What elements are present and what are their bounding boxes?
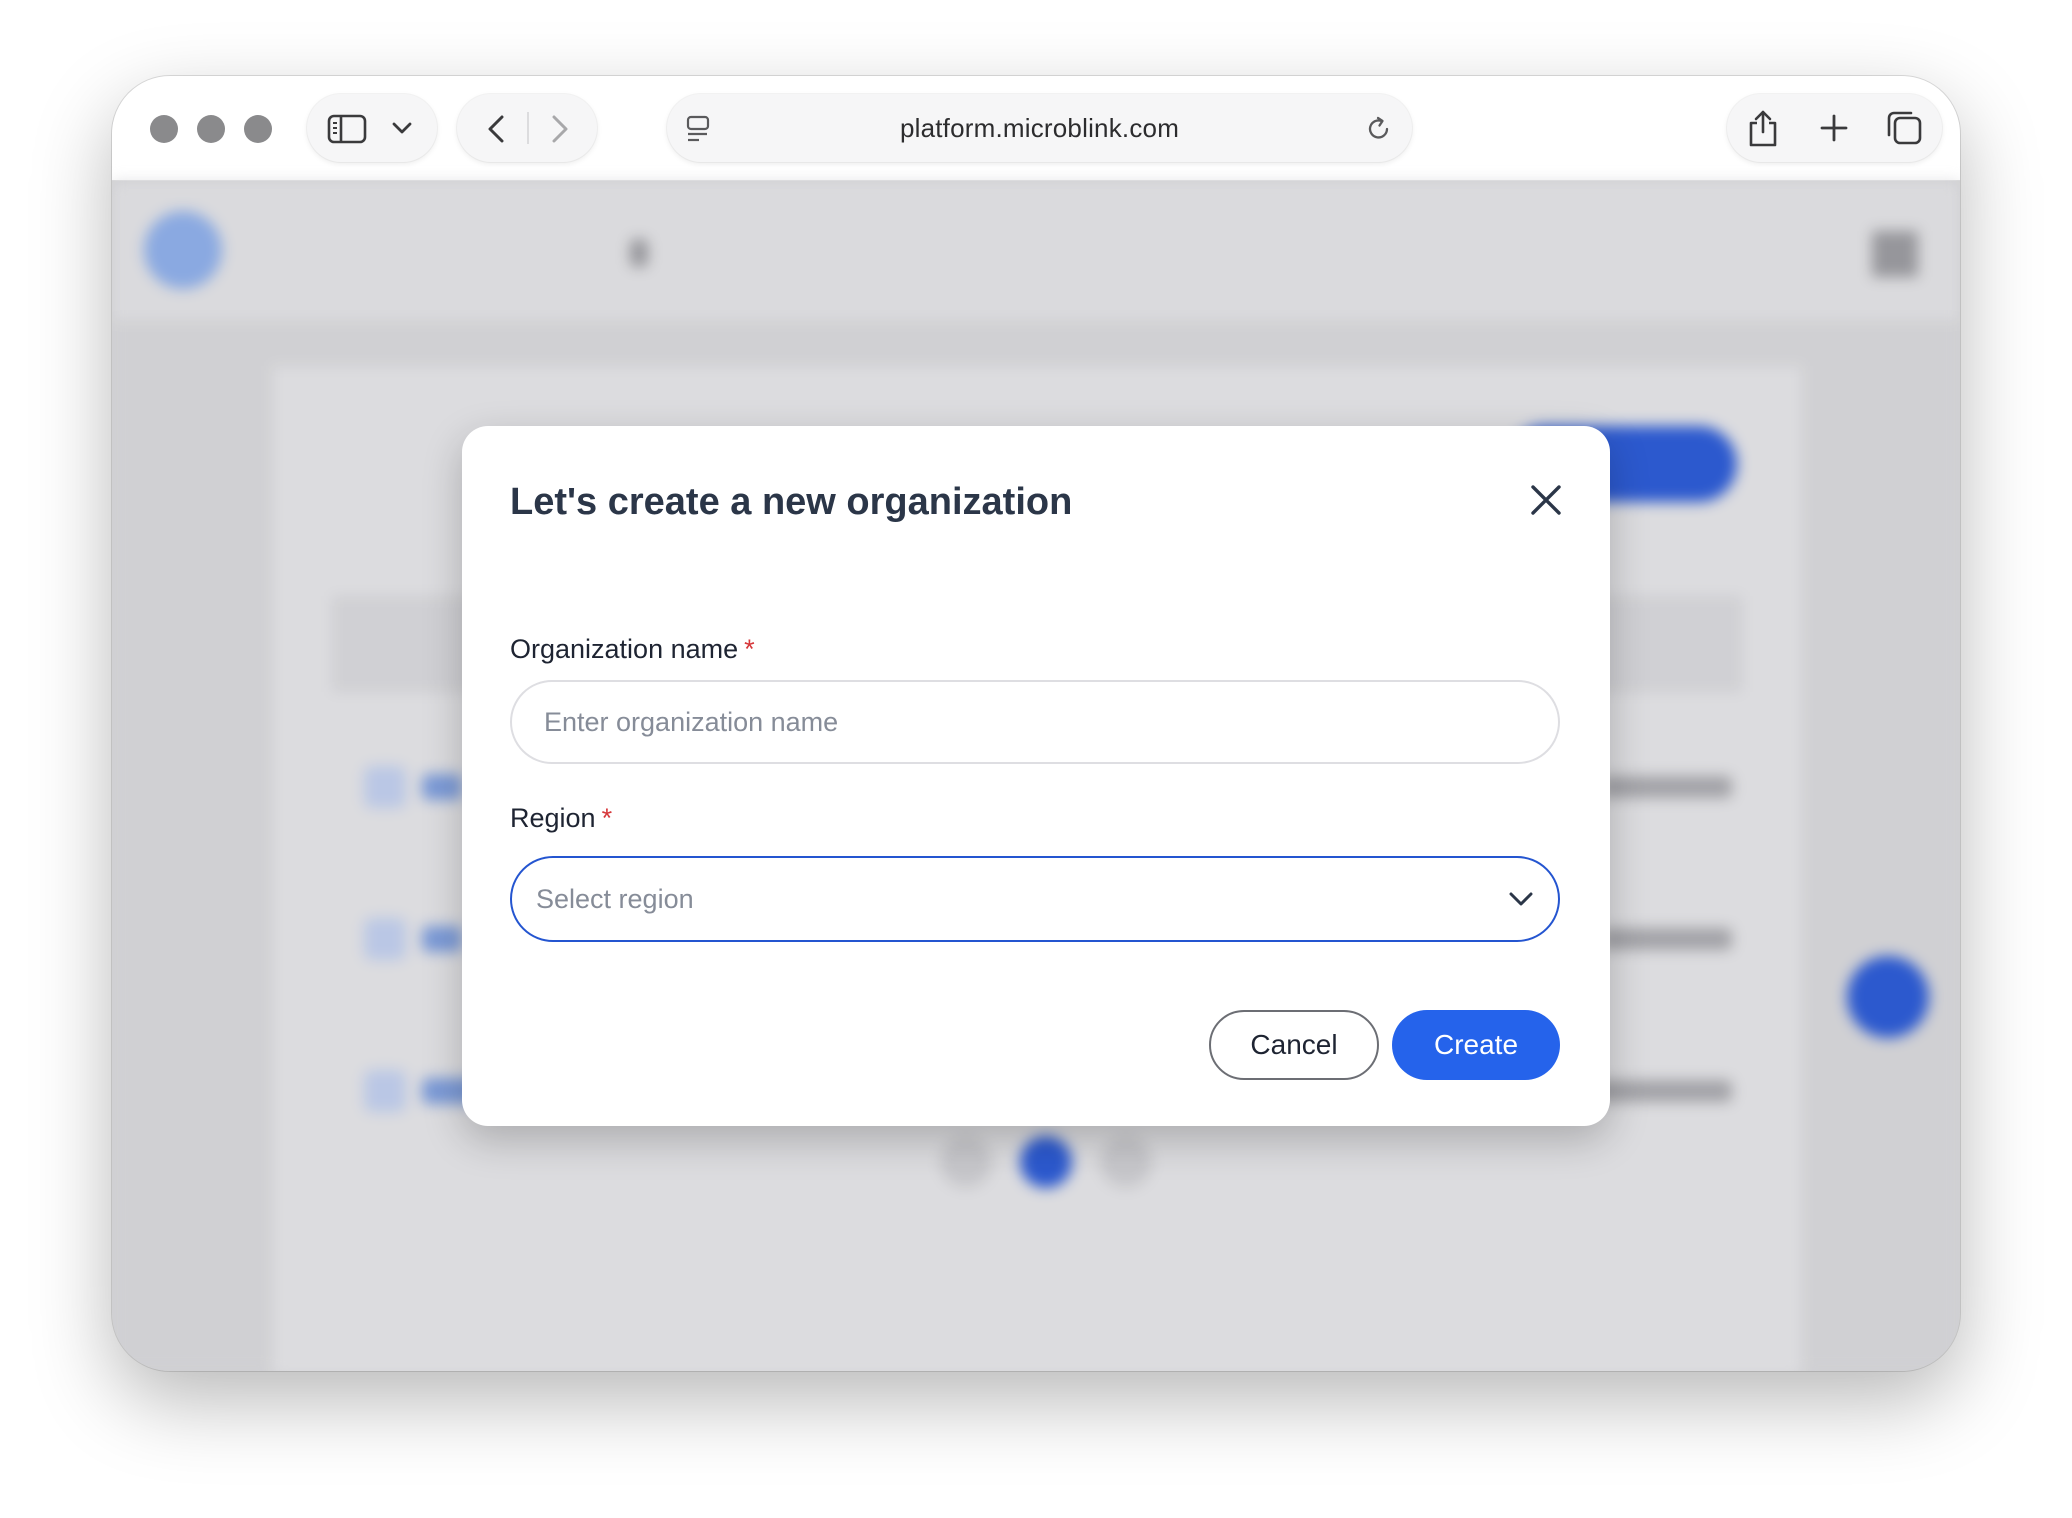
reload-icon[interactable]: [1365, 115, 1393, 143]
url-text: platform.microblink.com: [899, 113, 1180, 143]
window-close-button[interactable]: [150, 115, 178, 143]
create-organization-modal: Let's create a new organization Organiza…: [462, 426, 1610, 1126]
required-marker: *: [744, 634, 755, 664]
chevron-down-icon[interactable]: [391, 120, 413, 136]
address-bar[interactable]: platform.microblink.com: [667, 94, 1412, 162]
create-button[interactable]: Create: [1392, 1010, 1560, 1080]
organization-name-label-text: Organization name: [510, 634, 739, 664]
cancel-button[interactable]: Cancel: [1209, 1010, 1379, 1080]
plus-icon[interactable]: [1819, 113, 1849, 143]
close-icon[interactable]: [1522, 476, 1570, 524]
sidebar-controls: [307, 94, 437, 162]
region-label-text: Region: [510, 803, 596, 833]
window-zoom-button[interactable]: [244, 115, 272, 143]
right-toolbar-controls: [1727, 94, 1942, 162]
sidebar-toggle-icon[interactable]: [327, 114, 367, 144]
region-label: Region *: [510, 803, 612, 834]
region-select-placeholder: Select region: [536, 884, 694, 914]
tab-overview-icon[interactable]: [1885, 110, 1923, 146]
required-marker: *: [601, 803, 613, 833]
region-select[interactable]: Select region: [510, 856, 1560, 942]
back-arrow-icon[interactable]: [485, 114, 507, 144]
organization-name-label: Organization name *: [510, 634, 755, 665]
browser-window: platform.microblink.com Let's create a n…: [112, 76, 1960, 1371]
share-icon[interactable]: [1745, 108, 1781, 148]
navigation-controls: [457, 94, 597, 162]
browser-toolbar: platform.microblink.com: [112, 76, 1960, 181]
modal-title: Let's create a new organization: [510, 481, 1073, 523]
organization-name-input[interactable]: [510, 680, 1560, 764]
forward-arrow-icon[interactable]: [549, 114, 571, 144]
window-minimize-button[interactable]: [197, 115, 225, 143]
chevron-down-icon: [1509, 892, 1533, 906]
nav-divider: [527, 112, 529, 144]
